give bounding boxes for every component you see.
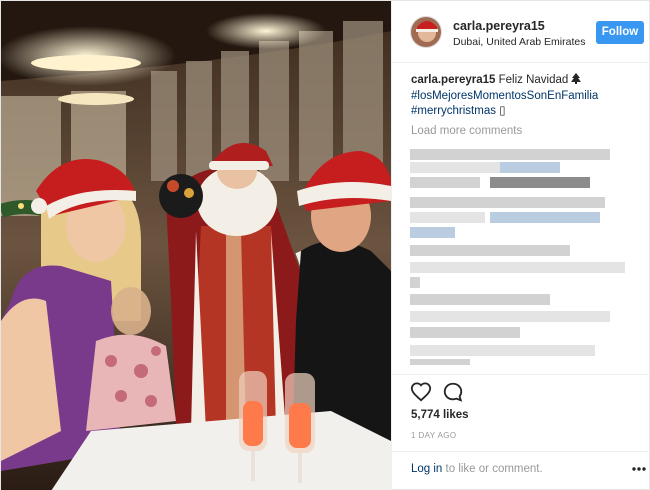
post-footer: Log in to like or comment. [392,451,650,490]
christmas-tree-icon [571,73,582,84]
more-options-icon[interactable] [632,466,646,472]
comment-icon[interactable] [442,381,464,403]
post-timestamp[interactable]: 1 DAY AGO [411,431,457,440]
heart-icon[interactable] [410,381,432,403]
caption-text: Feliz Navidad [498,74,569,86]
avatar-image [411,17,441,47]
hashtag-link[interactable]: #merrychristmas [411,105,496,117]
post-photo[interactable] [1,1,391,490]
post-sidebar: carla.pereyra15 Dubai, United Arab Emira… [391,1,650,490]
post-actions [392,374,650,404]
load-more-comments-link[interactable]: Load more comments [411,125,522,137]
login-prompt: Log in to like or comment. [411,463,543,475]
follow-button[interactable]: Follow [596,21,644,44]
instagram-post: carla.pereyra15 Dubai, United Arab Emira… [0,0,650,490]
post-header: carla.pereyra15 Dubai, United Arab Emira… [392,1,650,63]
christmas-family-photo [1,1,391,490]
post-location[interactable]: Dubai, United Arab Emirates [453,36,585,48]
post-username[interactable]: carla.pereyra15 [453,19,545,33]
pixelated-comments [410,147,634,365]
post-caption: carla.pereyra15 Feliz Navidad #losMejore… [411,73,636,120]
hashtag-link[interactable]: #losMejoresMomentosSonEnFamilia [411,90,598,102]
login-link[interactable]: Log in [411,463,442,475]
avatar[interactable] [410,16,442,48]
comments-section: carla.pereyra15 Feliz Navidad #losMejore… [392,63,650,368]
likes-count[interactable]: 5,774 likes [411,409,469,421]
caption-emoji: ▯ [499,105,506,117]
login-prompt-text: to like or comment. [442,463,543,475]
caption-username[interactable]: carla.pereyra15 [411,74,495,86]
